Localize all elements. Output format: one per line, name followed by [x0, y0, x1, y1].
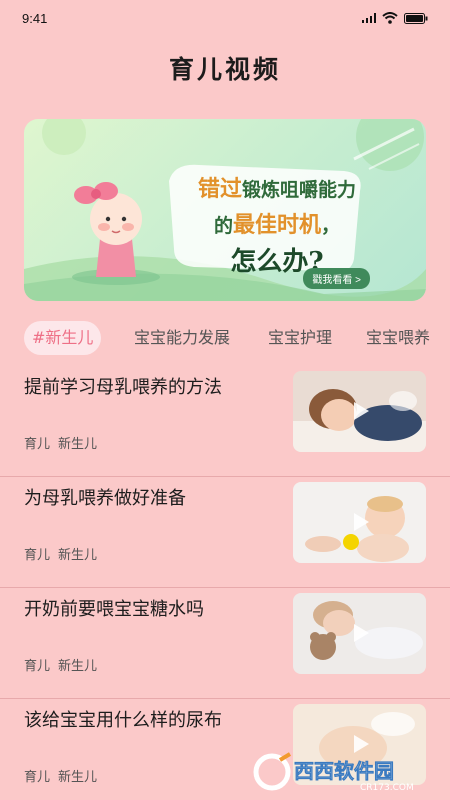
item-tag: 育儿 — [24, 659, 51, 674]
tab-ability-development[interactable]: 宝宝能力发展 — [134, 321, 230, 355]
item-tags: 育儿 新生儿 — [24, 433, 105, 452]
page-title: 育儿视频 — [168, 55, 281, 84]
watermark-url: CR173.COM — [360, 783, 414, 793]
list-item[interactable]: 开奶前要喂宝宝糖水吗 育儿 新生儿 — [0, 588, 450, 699]
item-tag: 育儿 — [24, 770, 51, 785]
item-title: 开奶前要喂宝宝糖水吗 — [24, 599, 204, 620]
item-title: 该给宝宝用什么样的尿布 — [24, 710, 222, 731]
tab-baby-care[interactable]: 宝宝护理 — [268, 321, 332, 355]
banner-headline: 错过锻炼咀嚼能力 的最佳时机， 怎么办? — [182, 171, 372, 278]
status-icons — [362, 12, 428, 24]
banner-line2-prefix: 的 — [213, 215, 233, 237]
banner-line2-highlight: 最佳时机 — [232, 212, 321, 238]
video-thumbnail[interactable] — [293, 593, 426, 674]
video-thumbnail[interactable] — [293, 482, 426, 563]
watermark-logo: 西西软件园 CR173.COM — [250, 750, 440, 794]
item-title: 为母乳喂养做好准备 — [24, 488, 186, 509]
list-item[interactable]: 提前学习母乳喂养的方法 育儿 新生儿 — [0, 366, 450, 477]
promo-banner[interactable]: 错过锻炼咀嚼能力 的最佳时机， 怎么办? 戳我看看 > — [24, 119, 426, 301]
play-icon[interactable] — [349, 400, 371, 422]
item-title: 提前学习母乳喂养的方法 — [24, 377, 222, 398]
item-tag: 新生儿 — [58, 548, 98, 563]
item-tags: 育儿 新生儿 — [24, 544, 105, 563]
tab-newborn[interactable]: #新生儿 — [24, 321, 102, 355]
item-tags: 育儿 新生儿 — [24, 766, 105, 785]
tab-baby-feeding[interactable]: 宝宝喂养 — [366, 321, 430, 355]
watermark-brand: 西西软件园 — [294, 759, 394, 783]
banner-line1-highlight: 错过 — [197, 176, 242, 202]
item-tag: 育儿 — [24, 437, 51, 452]
item-tag: 新生儿 — [58, 659, 98, 674]
play-icon[interactable] — [349, 622, 371, 644]
status-time: 9:41 — [22, 11, 48, 26]
status-bar: 9:41 — [0, 0, 450, 36]
item-tag: 育儿 — [24, 548, 51, 563]
banner-line1-rest: 锻炼咀嚼能力 — [242, 179, 357, 201]
banner-cta-button[interactable]: 戳我看看 > — [303, 268, 370, 289]
battery-icon — [404, 12, 428, 24]
item-tag: 新生儿 — [58, 770, 98, 785]
wifi-icon — [382, 12, 398, 24]
banner-line2-suffix: ， — [321, 215, 341, 237]
item-tags: 育儿 新生儿 — [24, 655, 105, 674]
category-tabs: #新生儿 宝宝能力发展 宝宝护理 宝宝喂养 — [0, 321, 450, 355]
play-icon[interactable] — [349, 511, 371, 533]
video-thumbnail[interactable] — [293, 371, 426, 452]
signal-icon — [362, 13, 376, 23]
list-item[interactable]: 为母乳喂养做好准备 育儿 新生儿 — [0, 477, 450, 588]
item-tag: 新生儿 — [58, 437, 98, 452]
